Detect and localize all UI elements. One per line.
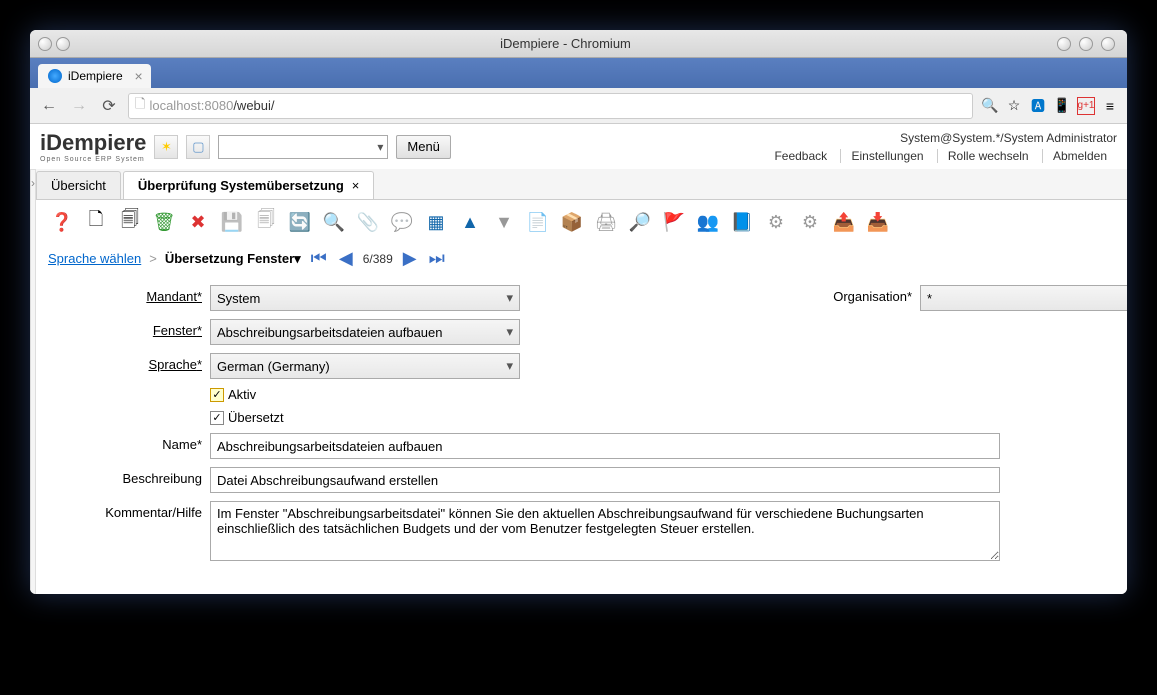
zoom-across-icon[interactable]: 🔎 — [626, 208, 654, 236]
label-uebersetzt: Übersetzt — [228, 410, 284, 425]
label-organisation: Organisation — [833, 289, 912, 304]
label-beschreibung: Beschreibung — [123, 471, 203, 486]
close-tab-icon[interactable]: × — [352, 178, 360, 193]
label-name: Name — [162, 437, 202, 452]
report-icon[interactable]: 📄 — [524, 208, 552, 236]
logo-subtitle: Open Source ERP System — [40, 156, 146, 163]
user-context: System@System.*/System Administrator — [764, 131, 1117, 145]
last-record-icon[interactable]: ⏭ — [427, 248, 447, 269]
uebersetzt-checkbox[interactable]: ✓ — [210, 411, 224, 425]
tab-overview[interactable]: Übersicht — [36, 171, 121, 199]
close-window-button[interactable] — [1101, 37, 1115, 51]
save-icon: 💾 — [218, 208, 246, 236]
menu-button[interactable]: Menü — [396, 135, 451, 159]
sprache-select[interactable]: German (Germany) — [210, 353, 520, 379]
browser-tabstrip: iDempiere × — [30, 58, 1127, 88]
breadcrumb: Sprache wählen > Übersetzung Fenster▾ ⏮ … — [36, 244, 1127, 279]
gplus-ext-icon[interactable]: g+1 — [1077, 97, 1095, 115]
parent-up-icon[interactable]: ▲ — [456, 208, 484, 236]
archive-icon[interactable]: 📦 — [558, 208, 586, 236]
label-aktiv: Aktiv — [228, 387, 256, 402]
process-icon: ⚙ — [762, 208, 790, 236]
new-record-icon[interactable]: ✶ — [154, 135, 178, 159]
print-icon: 🖨 — [592, 208, 620, 236]
app-tabs: Übersicht Überprüfung Systemübersetzung … — [36, 169, 1127, 200]
help-icon[interactable]: ❓ — [48, 208, 76, 236]
favicon-icon — [48, 69, 62, 83]
browser-tab[interactable]: iDempiere × — [38, 64, 151, 88]
breadcrumb-current[interactable]: Übersetzung Fenster▾ — [165, 251, 301, 267]
close-tab-icon[interactable]: × — [135, 68, 143, 84]
os-titlebar: iDempiere - Chromium — [30, 30, 1127, 58]
import-icon[interactable]: 📥 — [864, 208, 892, 236]
chat-icon: 💬 — [388, 208, 416, 236]
feedback-link[interactable]: Feedback — [764, 149, 837, 163]
organisation-select[interactable]: * — [920, 285, 1127, 311]
attachment-icon: 📎 — [354, 208, 382, 236]
action-toolbar: ❓ 🗋 🗐 🗑 ✖ 💾 🗐 🔄 🔍 📎 💬 ▦ ▲ ▼ 📄 📦 — [36, 200, 1127, 244]
browser-toolbar: ← → ⟳ 🗋 localhost:8080/webui/ 🔍 ☆ 🅰 📱 g+… — [30, 88, 1127, 124]
tab-translation-check[interactable]: Überprüfung Systemübersetzung × — [123, 171, 374, 199]
record-counter: 6/389 — [363, 252, 393, 266]
mandant-select[interactable]: System — [210, 285, 520, 311]
browser-tab-title: iDempiere — [68, 69, 123, 83]
back-button[interactable]: ← — [38, 95, 60, 117]
product-info-icon[interactable]: 📘 — [728, 208, 756, 236]
export-icon[interactable]: 📤 — [830, 208, 858, 236]
customize-icon: ⚙ — [796, 208, 824, 236]
form: Mandant System Organisation * Fenster Ab… — [36, 279, 1127, 594]
name-input[interactable] — [210, 433, 1000, 459]
switch-role-link[interactable]: Rolle wechseln — [937, 149, 1039, 163]
url-input[interactable]: 🗋 localhost:8080/webui/ — [128, 93, 973, 119]
aktiv-checkbox[interactable]: ✓ — [210, 388, 224, 402]
refresh-icon[interactable]: 🔄 — [286, 208, 314, 236]
workflow-icon[interactable]: 🚩 — [660, 208, 688, 236]
app-header: iDempiere Open Source ERP System ✶ ▢ Men… — [30, 124, 1127, 169]
window-title: iDempiere - Chromium — [74, 36, 1057, 51]
open-window-icon[interactable]: ▢ — [186, 135, 210, 159]
delete-selection-icon[interactable]: ✖ — [184, 208, 212, 236]
requests-icon[interactable]: 👥 — [694, 208, 722, 236]
mobile-ext-icon[interactable]: 📱 — [1053, 97, 1071, 115]
settings-link[interactable]: Einstellungen — [840, 149, 933, 163]
breadcrumb-separator: > — [149, 251, 157, 266]
maximize-button[interactable] — [1079, 37, 1093, 51]
window-button[interactable] — [56, 37, 70, 51]
window-menu-button[interactable] — [38, 37, 52, 51]
find-icon[interactable]: 🔍 — [320, 208, 348, 236]
menu-icon[interactable]: ≡ — [1101, 97, 1119, 115]
zoom-icon[interactable]: 🔍 — [981, 97, 999, 115]
label-mandant: Mandant — [146, 289, 202, 304]
minimize-button[interactable] — [1057, 37, 1071, 51]
beschreibung-input[interactable] — [210, 467, 1000, 493]
prev-record-icon[interactable]: ◀ — [337, 248, 355, 269]
url-host: localhost — [149, 98, 200, 113]
url-path: /webui/ — [233, 98, 274, 113]
fenster-select[interactable]: Abschreibungsarbeitsdateien aufbauen — [210, 319, 520, 345]
label-sprache: Sprache — [149, 357, 202, 372]
logo: iDempiere — [40, 130, 146, 155]
breadcrumb-link[interactable]: Sprache wählen — [48, 251, 141, 266]
url-port: :8080 — [201, 98, 234, 113]
new-icon[interactable]: 🗋 — [82, 208, 110, 236]
delete-icon[interactable]: 🗑 — [150, 208, 178, 236]
next-record-icon[interactable]: ▶ — [401, 248, 419, 269]
kommentar-textarea[interactable] — [210, 501, 1000, 561]
save-new-icon: 🗐 — [252, 208, 280, 236]
reload-button[interactable]: ⟳ — [98, 95, 120, 117]
bookmark-icon[interactable]: ☆ — [1005, 97, 1023, 115]
label-fenster: Fenster — [153, 323, 202, 338]
logout-link[interactable]: Abmelden — [1042, 149, 1117, 163]
quick-search-dropdown[interactable] — [218, 135, 388, 159]
label-kommentar: Kommentar/Hilfe — [105, 505, 202, 520]
forward-button[interactable]: → — [68, 95, 90, 117]
page-icon: 🗋 — [135, 95, 145, 117]
grid-toggle-icon[interactable]: ▦ — [422, 208, 450, 236]
translate-ext-icon[interactable]: 🅰 — [1029, 97, 1047, 115]
detail-down-icon: ▼ — [490, 208, 518, 236]
copy-icon[interactable]: 🗐 — [116, 208, 144, 236]
first-record-icon[interactable]: ⏮ — [309, 248, 329, 269]
